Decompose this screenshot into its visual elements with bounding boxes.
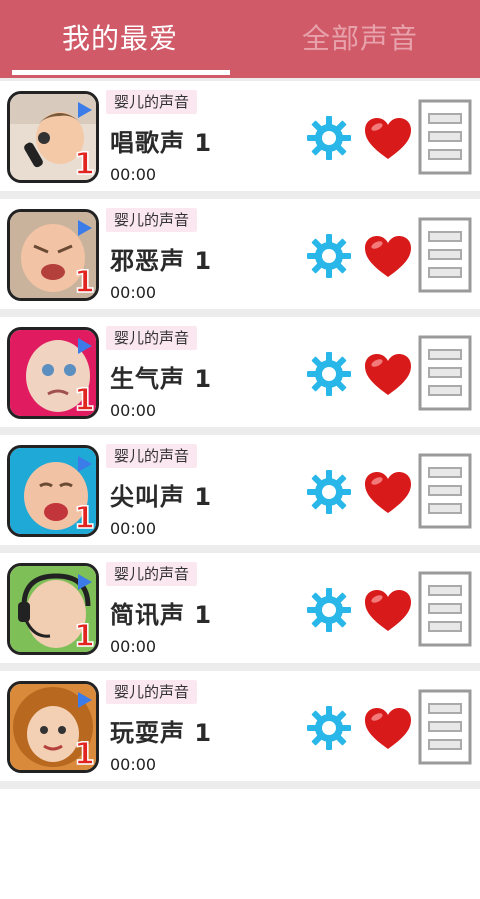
list-menu-icon[interactable] (418, 217, 472, 293)
gear-icon[interactable] (305, 114, 353, 162)
list-menu-icon[interactable] (418, 335, 472, 411)
heart-icon[interactable] (363, 705, 413, 753)
list-item[interactable]: 1 婴儿的声音 尖叫声 1 00:00 (0, 435, 480, 545)
sound-title: 生气声 1 (110, 365, 213, 393)
gear-icon[interactable] (305, 586, 353, 634)
list-item[interactable]: 1 婴儿的声音 唱歌声 1 00:00 (0, 81, 480, 191)
thumb-number: 1 (74, 383, 95, 416)
category-badge: 婴儿的声音 (106, 444, 198, 468)
tab-my-favorites[interactable]: 我的最爱 (0, 0, 240, 74)
heart-icon[interactable] (363, 115, 413, 163)
list-menu-icon[interactable] (418, 453, 472, 529)
sound-title: 简讯声 1 (110, 601, 213, 629)
sound-thumbnail[interactable]: 1 (7, 445, 99, 537)
thumb-number: 1 (74, 265, 95, 298)
sound-thumbnail[interactable]: 1 (7, 563, 99, 655)
list-item-partial[interactable] (0, 789, 480, 899)
heart-icon[interactable] (363, 351, 413, 399)
list-item[interactable]: 1 婴儿的声音 生气声 1 00:00 (0, 317, 480, 427)
sound-duration: 00:00 (110, 283, 157, 302)
list-menu-icon[interactable] (418, 99, 472, 175)
category-badge: 婴儿的声音 (106, 680, 198, 704)
sound-title: 唱歌声 1 (110, 129, 213, 157)
sound-title: 玩耍声 1 (110, 719, 213, 747)
thumb-number: 1 (74, 619, 95, 652)
sound-thumbnail[interactable]: 1 (7, 681, 99, 773)
category-badge: 婴儿的声音 (106, 326, 198, 350)
list-menu-icon[interactable] (418, 689, 472, 765)
sound-duration: 00:00 (110, 165, 157, 184)
sound-duration: 00:00 (110, 519, 157, 538)
thumb-number: 1 (74, 737, 95, 770)
gear-icon[interactable] (305, 468, 353, 516)
heart-icon[interactable] (363, 233, 413, 281)
sound-title: 邪恶声 1 (110, 247, 213, 275)
heart-icon[interactable] (363, 587, 413, 635)
sound-thumbnail[interactable]: 1 (7, 327, 99, 419)
gear-icon[interactable] (305, 704, 353, 752)
list-item[interactable]: 1 婴儿的声音 邪恶声 1 00:00 (0, 199, 480, 309)
active-tab-indicator (12, 70, 230, 75)
top-tab-bar: 我的最爱 全部声音 (0, 0, 480, 78)
sound-thumbnail[interactable]: 1 (7, 91, 99, 183)
heart-icon[interactable] (363, 469, 413, 517)
sound-thumbnail[interactable]: 1 (7, 209, 99, 301)
category-badge: 婴儿的声音 (106, 562, 198, 586)
category-badge: 婴儿的声音 (106, 90, 198, 114)
tab-all-sounds[interactable]: 全部声音 (240, 0, 480, 74)
sound-duration: 00:00 (110, 401, 157, 420)
gear-icon[interactable] (305, 232, 353, 280)
list-item[interactable]: 1 婴儿的声音 简讯声 1 00:00 (0, 553, 480, 663)
gear-icon[interactable] (305, 350, 353, 398)
list-menu-icon[interactable] (418, 571, 472, 647)
list-item[interactable]: 1 婴儿的声音 玩耍声 1 00:00 (0, 671, 480, 781)
sound-title: 尖叫声 1 (110, 483, 213, 511)
category-badge: 婴儿的声音 (106, 208, 198, 232)
thumb-number: 1 (74, 147, 95, 180)
sound-duration: 00:00 (110, 755, 157, 774)
sound-duration: 00:00 (110, 637, 157, 656)
thumb-number: 1 (74, 501, 95, 534)
